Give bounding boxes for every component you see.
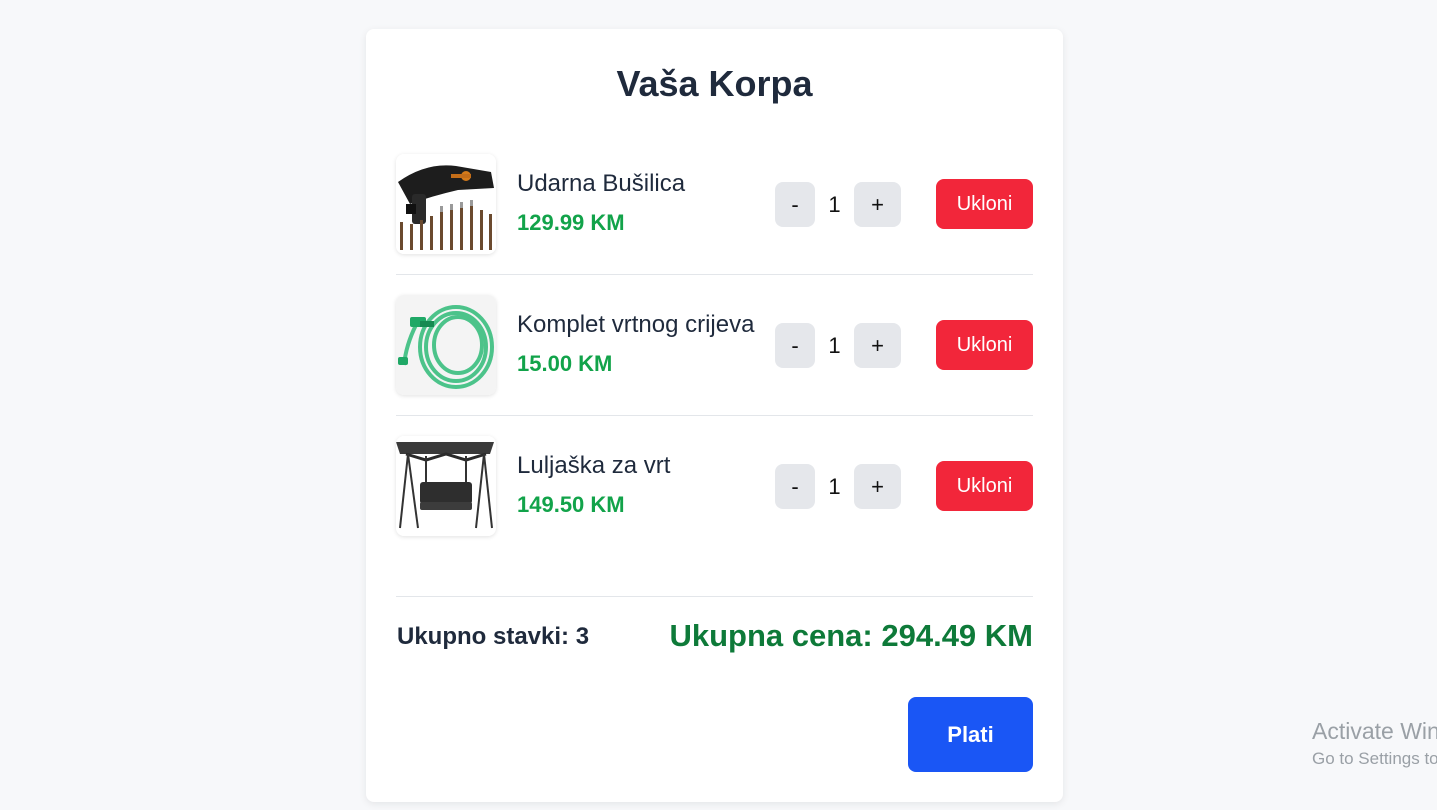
pay-button[interactable]: Plati [908,697,1033,772]
product-name: Komplet vrtnog crijeva [517,311,755,338]
activate-windows-watermark: Activate Windows Go to Settings to activ… [1312,716,1437,772]
remove-item-button[interactable]: Ukloni [936,179,1033,229]
remove-item-button[interactable]: Ukloni [936,320,1033,370]
product-price: 149.50 KM [517,492,625,517]
quantity-value: 1 [828,474,841,499]
decrease-quantity-button[interactable]: - [775,464,815,509]
watermark-title: Activate Windows [1312,718,1437,744]
cart-card: Vaša Korpa Udarna Bušilica 129.99 KM - 1… [366,29,1063,802]
watermark-subtitle: Go to Settings to activate Windows. [1312,749,1437,768]
cart-item: Udarna Bušilica 129.99 KM - 1 + Ukloni [396,154,1033,254]
product-image-hammer-drill[interactable] [396,154,496,254]
cart-item: Komplet vrtnog crijeva 15.00 KM - 1 + Uk… [396,295,1033,395]
decrease-quantity-button[interactable]: - [775,323,815,368]
increase-quantity-button[interactable]: + [854,464,901,509]
quantity-value: 1 [828,192,841,217]
product-name: Luljaška za vrt [517,452,671,479]
summary-divider [396,596,1033,597]
total-items-count: Ukupno stavki: 3 [397,623,590,650]
product-image-garden-swing[interactable] [396,436,496,536]
product-name: Udarna Bušilica [517,170,686,197]
product-price: 129.99 KM [517,210,625,235]
quantity-value: 1 [828,333,841,358]
total-price: Ukupna cena: 294.49 KM [669,618,1033,653]
remove-item-button[interactable]: Ukloni [936,461,1033,511]
item-divider [396,274,1033,275]
page-title: Vaša Korpa [616,63,813,104]
increase-quantity-button[interactable]: + [854,182,901,227]
product-price: 15.00 KM [517,351,613,376]
cart-item: Luljaška za vrt 149.50 KM - 1 + Ukloni [396,436,1033,536]
increase-quantity-button[interactable]: + [854,323,901,368]
decrease-quantity-button[interactable]: - [775,182,815,227]
product-image-garden-hose[interactable] [396,295,496,395]
item-divider [396,415,1033,416]
